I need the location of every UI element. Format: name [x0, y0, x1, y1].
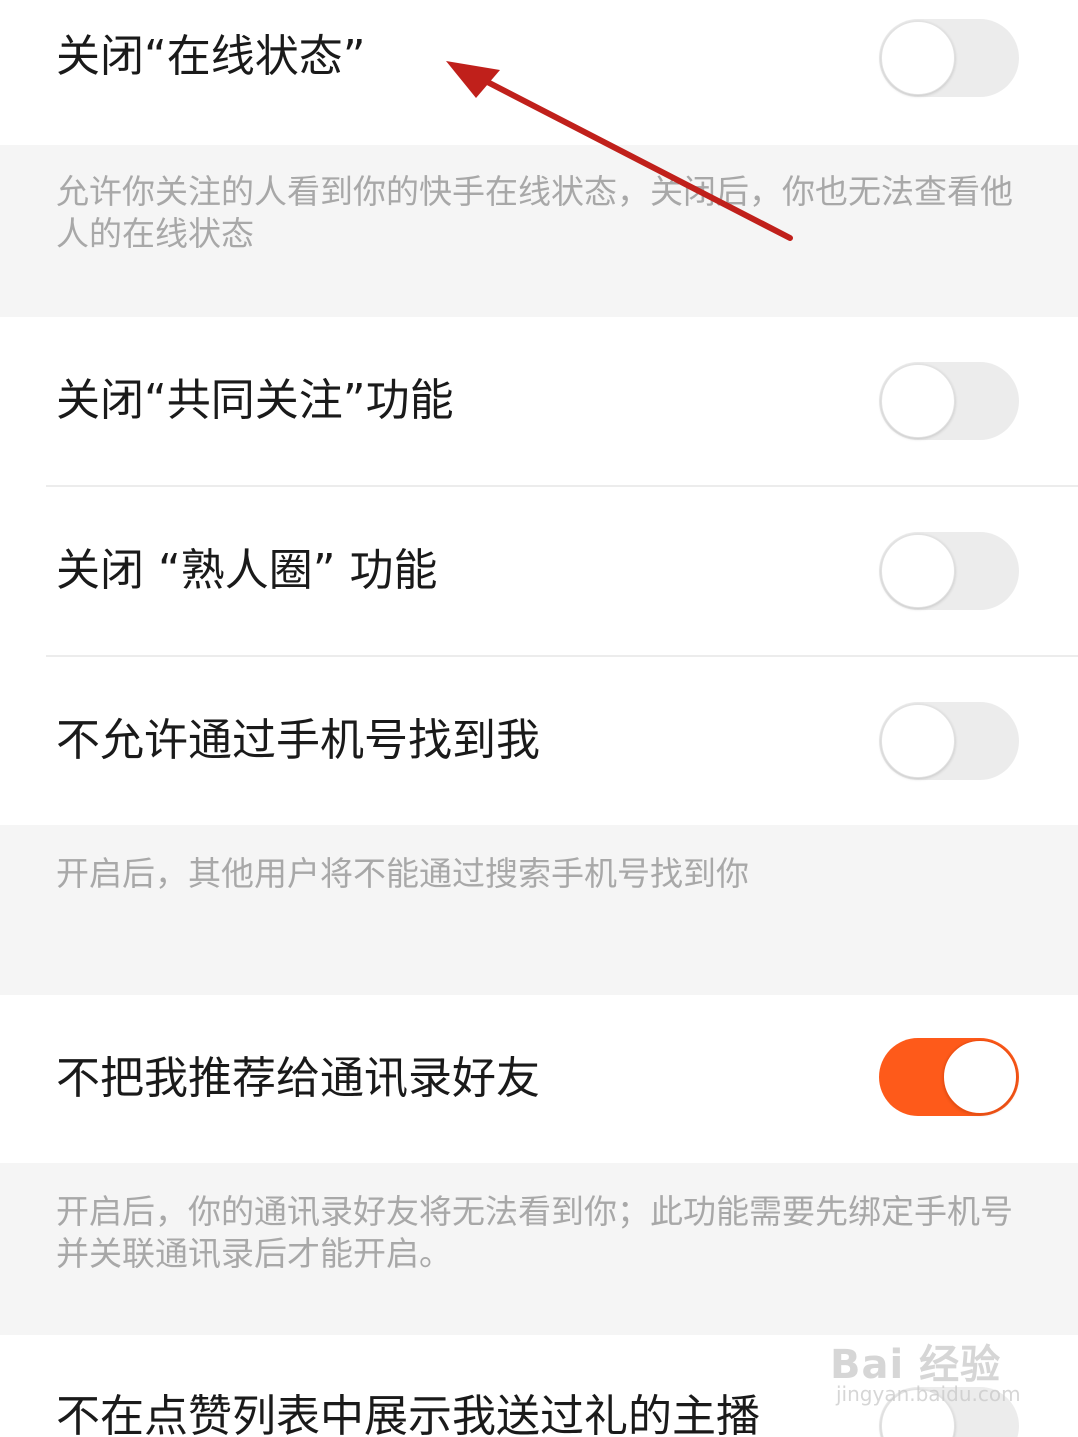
watermark-logo: Bai 经验 jingyan.baidu.com — [826, 1318, 1026, 1418]
setting-label-find-by-phone: 不允许通过手机号找到我 — [56, 715, 540, 766]
toggle-knob — [881, 704, 955, 778]
toggle-knob — [881, 364, 955, 438]
setting-label-mutual-follow: 关闭“共同关注”功能 — [56, 375, 454, 426]
setting-row-find-by-phone: 不允许通过手机号找到我 — [0, 657, 1078, 825]
setting-label-online-status: 关闭“在线状态” — [56, 31, 366, 82]
setting-description-block: 允许你关注的人看到你的快手在线状态，关闭后，你也无法查看他人的在线状态 — [0, 145, 1078, 317]
watermark-site: jingyan.baidu.com — [836, 1382, 1021, 1406]
setting-row-acquaintance-circle: 关闭 “熟人圈” 功能 — [0, 487, 1078, 655]
setting-row-contacts-recommend: 不把我推荐给通讯录好友 — [0, 995, 1078, 1163]
setting-label-acquaintance-circle: 关闭 “熟人圈” 功能 — [56, 545, 438, 596]
setting-label-gift-anchors: 不在点赞列表中展示我送过礼的主播 — [56, 1391, 760, 1437]
toggle-mutual-follow[interactable] — [879, 362, 1019, 440]
toggle-acquaintance-circle[interactable] — [879, 532, 1019, 610]
toggle-find-by-phone[interactable] — [879, 702, 1019, 780]
toggle-contacts-recommend[interactable] — [879, 1038, 1019, 1116]
toggle-knob — [881, 21, 955, 95]
setting-description-find-by-phone: 开启后，其他用户将不能通过搜索手机号找到你 — [56, 854, 749, 893]
setting-description-contacts-recommend: 开启后，你的通讯录好友将无法看到你；此功能需要先绑定手机号并关联通讯录后才能开启… — [56, 1192, 1013, 1273]
setting-description-online-status: 允许你关注的人看到你的快手在线状态，关闭后，你也无法查看他人的在线状态 — [56, 172, 1013, 253]
toggle-knob — [881, 534, 955, 608]
toggle-online-status[interactable] — [879, 19, 1019, 97]
setting-description-block: 开启后，你的通讯录好友将无法看到你；此功能需要先绑定手机号并关联通讯录后才能开启… — [0, 1163, 1078, 1335]
setting-label-contacts-recommend: 不把我推荐给通讯录好友 — [56, 1053, 540, 1104]
toggle-knob — [943, 1040, 1017, 1114]
setting-row-mutual-follow: 关闭“共同关注”功能 — [0, 317, 1078, 485]
setting-row-online-status: 关闭“在线状态” — [0, 0, 1078, 145]
setting-description-block: 开启后，其他用户将不能通过搜索手机号找到你 — [0, 825, 1078, 995]
